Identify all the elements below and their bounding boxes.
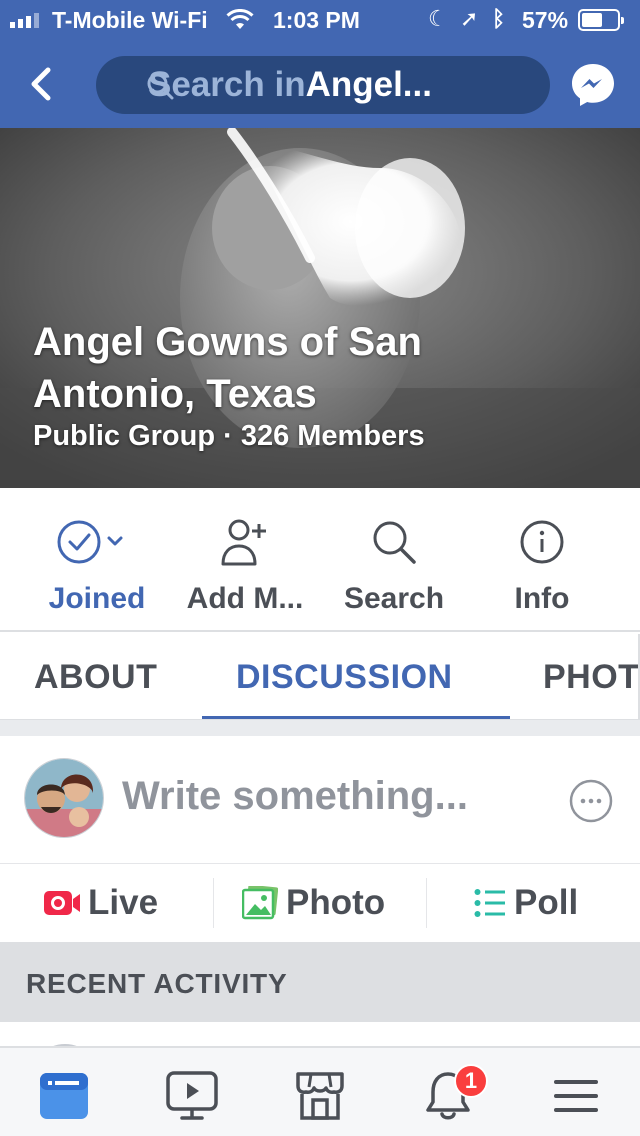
battery-percent: 57%: [522, 7, 569, 33]
battery-icon: [578, 9, 624, 31]
divider: [213, 878, 214, 928]
section-divider: [0, 720, 640, 736]
bottom-tab-bar: 1: [0, 1046, 640, 1136]
feed-item-peek: [0, 1022, 640, 1048]
messenger-icon: [572, 64, 614, 106]
group-name: Angel Gowns of San Antonio, Texas: [33, 320, 422, 416]
check-circle-icon: [57, 520, 123, 564]
avatar-image: [25, 759, 103, 837]
photo-label: Photo: [286, 883, 386, 922]
marketplace-icon: [296, 1072, 344, 1120]
group-meta: Public Group · 326 Members: [33, 420, 425, 452]
info-label: Info: [514, 582, 570, 615]
search-input[interactable]: Search in Angel...: [96, 56, 550, 114]
group-actions: Joined Add M... Search Info: [0, 488, 640, 632]
status-bar: T-Mobile Wi-Fi 1:03 PM ☾ ➚ ᛒ 57%: [0, 0, 640, 40]
clock: 1:03 PM: [273, 7, 360, 33]
poll-button[interactable]: Poll: [474, 864, 578, 942]
live-label: Live: [88, 883, 159, 922]
bluetooth-icon: ᛒ: [492, 6, 506, 31]
search-label: Search: [343, 582, 445, 615]
tab-about[interactable]: ABOUT: [34, 658, 157, 697]
joined-button[interactable]: Joined: [22, 514, 172, 616]
wifi-icon: [226, 8, 254, 37]
carrier-label: T-Mobile Wi-Fi: [52, 7, 208, 33]
nav-bar: Search in Angel...: [0, 40, 640, 128]
info-button[interactable]: Info: [467, 514, 617, 616]
recent-activity-label: RECENT ACTIVITY: [26, 968, 288, 999]
signal-icon: [10, 12, 39, 28]
menu-tab[interactable]: [548, 1068, 604, 1124]
composer: Write something...: [0, 736, 640, 864]
photo-button[interactable]: Photo: [242, 864, 385, 942]
search-icon: [147, 73, 174, 100]
avatar[interactable]: [24, 758, 104, 838]
tab-photos[interactable]: PHOT: [543, 658, 639, 697]
news-feed-tab[interactable]: [36, 1068, 92, 1124]
poll-icon: [474, 889, 505, 917]
tab-discussion[interactable]: DISCUSSION: [236, 658, 453, 697]
live-icon: [44, 891, 80, 915]
divider: [426, 878, 427, 928]
group-tabs: ABOUT DISCUSSION PHOT: [0, 634, 640, 720]
photo-icon: [242, 886, 278, 920]
marketplace-tab[interactable]: [292, 1068, 348, 1124]
menu-icon: [554, 1080, 598, 1112]
add-member-label: Add M...: [186, 582, 304, 615]
more-options-button[interactable]: [568, 778, 614, 824]
search-icon: [373, 521, 416, 564]
recent-activity-header: RECENT ACTIVITY: [0, 942, 640, 1022]
watch-icon: [166, 1071, 218, 1120]
info-icon: [520, 520, 564, 564]
add-member-icon: [221, 519, 266, 566]
cover-photo[interactable]: Angel Gowns of San Antonio, Texas Public…: [0, 128, 640, 488]
back-button[interactable]: [20, 62, 64, 106]
add-member-button[interactable]: Add M...: [170, 514, 320, 616]
watch-tab[interactable]: [164, 1068, 220, 1124]
location-icon: ➚: [460, 6, 479, 31]
post-actions: Live Photo Poll: [0, 864, 640, 942]
news-feed-icon: [40, 1073, 88, 1119]
live-button[interactable]: Live: [44, 864, 158, 942]
more-icon: [569, 779, 613, 823]
search-group-button[interactable]: Search: [319, 514, 469, 616]
poll-label: Poll: [514, 883, 579, 922]
back-icon: [31, 67, 51, 101]
composer-prompt[interactable]: Write something...: [122, 774, 468, 819]
notification-badge: 1: [454, 1064, 488, 1098]
joined-label: Joined: [48, 582, 146, 615]
search-group-name: Angel...: [305, 65, 432, 104]
messenger-button[interactable]: [568, 60, 618, 110]
chevron-down-icon: [107, 536, 123, 546]
moon-icon: ☾: [428, 6, 448, 31]
